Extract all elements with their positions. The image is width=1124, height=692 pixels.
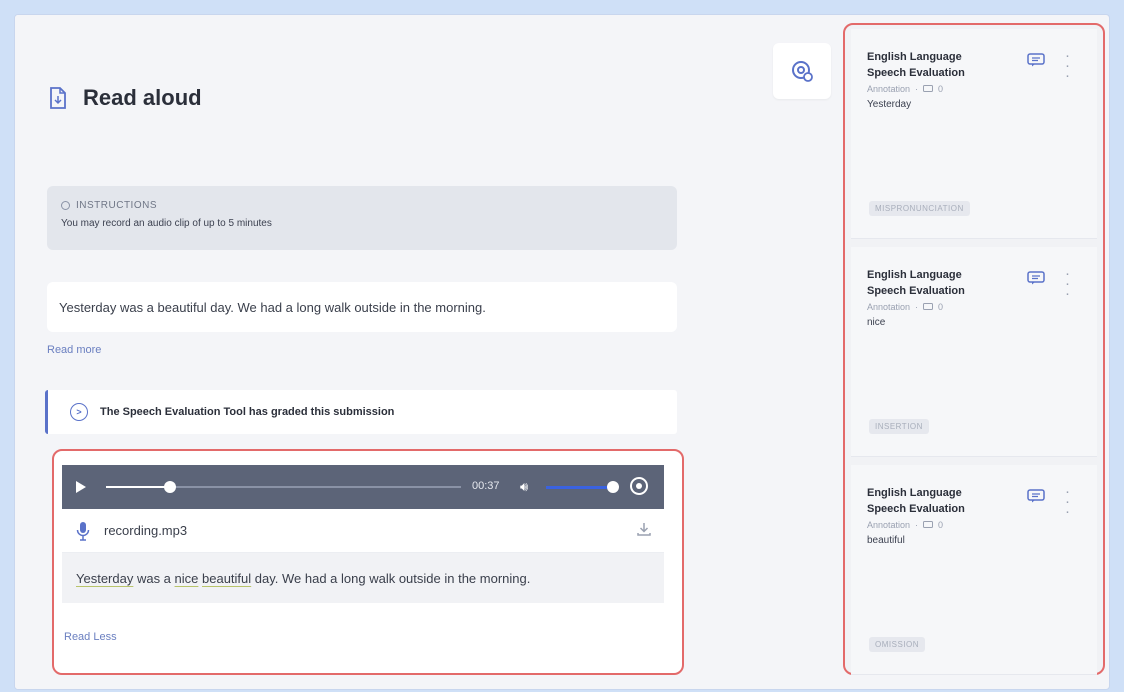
annotation-type: Annotation [867, 520, 911, 530]
more-options-icon[interactable]: · · · [1065, 266, 1070, 301]
transcript-annotated-word[interactable]: nice [175, 571, 199, 586]
graded-banner: > The Speech Evaluation Tool has graded … [45, 390, 677, 434]
main-panel: Read aloud INSTRUCTIONS You may record a… [15, 15, 833, 689]
microphone-icon [76, 521, 90, 541]
annotation-type: Annotation [867, 84, 911, 94]
annotation-meta: Annotation · 0 [867, 302, 944, 312]
page-title: Read aloud [83, 85, 202, 110]
annotation-word: beautiful [867, 535, 905, 546]
read-more-link[interactable]: Read more [47, 344, 101, 356]
transcript-segment: was a [133, 570, 175, 586]
instructions-box: INSTRUCTIONS You may record an audio cli… [47, 186, 677, 250]
annotation-meta: Annotation · 0 [867, 84, 944, 94]
info-icon [61, 201, 70, 210]
file-row: recording.mp3 [62, 509, 664, 553]
playback-settings-icon[interactable] [630, 477, 648, 495]
annotation-title: English Language Speech Evaluation [867, 269, 965, 297]
file-name: recording.mp3 [104, 523, 188, 538]
transcript: Yesterday was a nice beautiful day. We h… [62, 553, 664, 603]
annotation-card[interactable]: English Language Speech Evaluation Annot… [851, 29, 1097, 239]
comment-icon[interactable] [1027, 489, 1045, 503]
speech-settings-icon [792, 61, 813, 82]
annotations-sidebar: English Language Speech Evaluation Annot… [843, 23, 1105, 675]
comment-icon[interactable] [1027, 271, 1045, 285]
seek-bar[interactable] [106, 481, 461, 493]
transcript-annotated-word[interactable]: beautiful [202, 571, 251, 586]
app-frame: Read aloud INSTRUCTIONS You may record a… [14, 14, 1110, 690]
seek-bar-fill [106, 486, 170, 488]
more-options-icon[interactable]: · · · [1065, 48, 1070, 83]
annotation-meta: Annotation · 0 [867, 520, 944, 530]
volume-fill [546, 486, 613, 489]
graded-info-icon: > [70, 403, 88, 421]
passage-text: Yesterday was a beautiful day. We had a … [47, 282, 677, 332]
transcript-annotated-word[interactable]: Yesterday [76, 571, 133, 586]
annotation-tag: INSERTION [869, 419, 929, 434]
transcript-segment: day. We had a long walk outside in the m… [251, 570, 531, 586]
more-options-icon[interactable]: · · · [1065, 484, 1070, 519]
comment-count-icon [923, 303, 934, 310]
annotation-comment-count: 0 [938, 302, 944, 312]
volume-slider[interactable] [546, 481, 619, 493]
volume-icon[interactable]: 🔊︎ [520, 479, 528, 495]
comment-count-icon [923, 85, 934, 92]
playback-time: 00:37 [472, 480, 500, 492]
instructions-text: You may record an audio clip of up to 5 … [61, 218, 272, 229]
play-icon[interactable] [76, 481, 86, 493]
annotation-tag: MISPRONUNCIATION [869, 201, 970, 216]
annotation-type: Annotation [867, 302, 911, 312]
annotation-word: Yesterday [867, 99, 912, 110]
seek-handle[interactable] [163, 481, 176, 493]
read-less-link[interactable]: Read Less [64, 631, 117, 643]
title-row: Read aloud [49, 85, 202, 111]
annotation-card[interactable]: English Language Speech Evaluation Annot… [851, 465, 1097, 675]
comment-icon[interactable] [1027, 53, 1045, 67]
instructions-heading: INSTRUCTIONS [76, 200, 157, 211]
audio-player: 00:37 🔊︎ [62, 465, 664, 509]
comment-count-icon [923, 521, 934, 528]
annotation-comment-count: 0 [938, 84, 944, 94]
document-icon [49, 87, 67, 109]
annotation-title: English Language Speech Evaluation [867, 51, 965, 79]
speech-tool-button[interactable] [773, 43, 831, 99]
graded-banner-text: The Speech Evaluation Tool has graded th… [100, 406, 395, 418]
download-icon[interactable] [636, 521, 652, 540]
annotation-title: English Language Speech Evaluation [867, 487, 965, 515]
annotation-word: nice [867, 317, 886, 328]
annotation-comment-count: 0 [938, 520, 944, 530]
transcript-text: Yesterday was a nice beautiful day. We h… [76, 571, 530, 586]
annotation-tag: OMISSION [869, 637, 926, 652]
volume-handle[interactable] [606, 481, 619, 493]
recording-card: 00:37 🔊︎ recording.mp3 Yesterday was a n… [52, 449, 684, 675]
annotation-card[interactable]: English Language Speech Evaluation Annot… [851, 247, 1097, 457]
